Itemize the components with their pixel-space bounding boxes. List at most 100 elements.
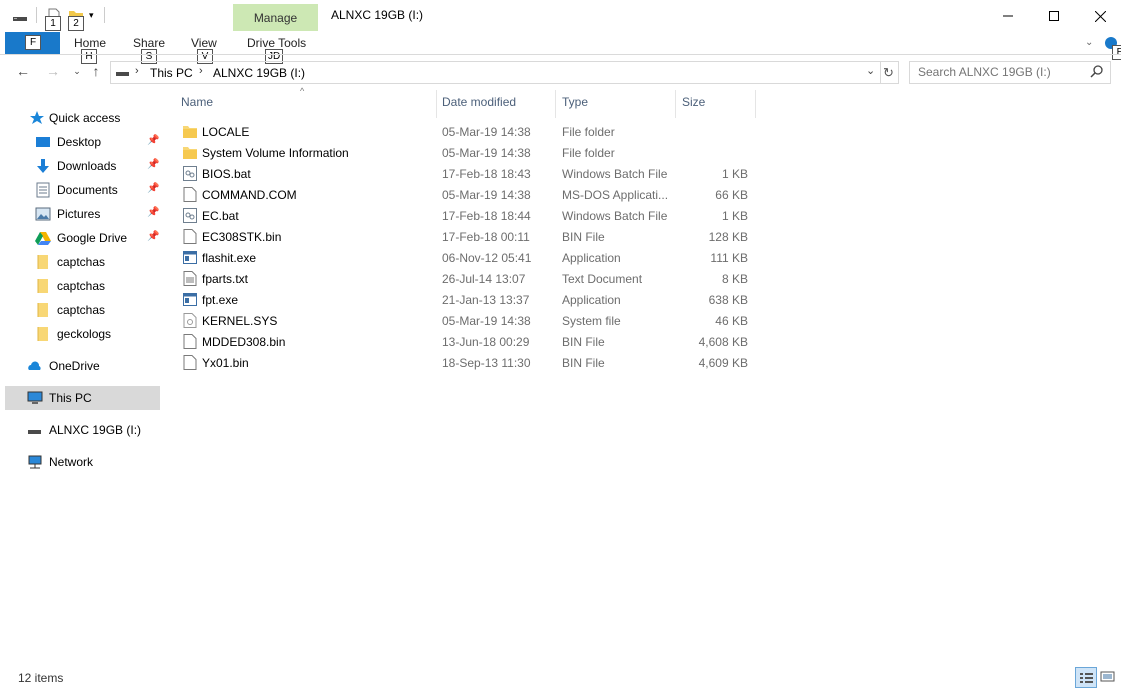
customize-qat-icon[interactable]: ▾ xyxy=(89,10,94,21)
column-header-type[interactable]: Type xyxy=(562,95,588,117)
file-type: MS-DOS Applicati... xyxy=(562,188,669,202)
desktop-icon xyxy=(35,134,51,150)
sort-ascending-icon: ^ xyxy=(300,86,305,96)
sidebar-item-geckologs[interactable]: geckologs xyxy=(5,323,160,345)
up-button[interactable]: ↑ xyxy=(87,62,105,80)
file-row[interactable]: KERNEL.SYS 05-Mar-19 14:38 System file 46 K… xyxy=(177,310,757,331)
file-row[interactable]: Yx01.bin 18-Sep-13 11:30 BIN File 4,609 KB xyxy=(177,352,757,373)
minimize-button[interactable] xyxy=(985,0,1031,32)
file-size: 46 KB xyxy=(715,314,748,328)
column-divider[interactable] xyxy=(675,90,676,118)
file-date-modified: 06-Nov-12 05:41 xyxy=(442,251,532,265)
folder-icon xyxy=(35,278,51,294)
qat-separator xyxy=(36,7,37,23)
text-file-icon xyxy=(183,271,197,286)
file-row[interactable]: EC.bat 17-Feb-18 18:44 Windows Batch File 1… xyxy=(177,205,757,226)
sidebar-item-desktop[interactable]: Desktop 📌 xyxy=(5,131,160,153)
breadcrumb-separator-icon: › xyxy=(135,65,139,77)
item-count: 12 items xyxy=(18,671,64,685)
file-size: 638 KB xyxy=(708,293,748,307)
search-box[interactable] xyxy=(909,61,1111,84)
breadcrumb-drive[interactable]: ALNXC 19GB (I:) xyxy=(213,66,305,80)
pin-icon[interactable]: 📌 xyxy=(147,135,159,147)
file-date-modified: 05-Mar-19 14:38 xyxy=(442,188,531,202)
file-row[interactable]: fpt.exe 21-Jan-13 13:37 Application 638 KB xyxy=(177,289,757,310)
column-header-date[interactable]: Date modified xyxy=(442,95,516,117)
pin-icon[interactable]: 📌 xyxy=(147,183,159,195)
sidebar-item-google-drive[interactable]: Google Drive 📌 xyxy=(5,227,160,249)
file-row[interactable]: LOCALE 05-Mar-19 14:38 File folder xyxy=(177,121,757,142)
google-drive-icon xyxy=(35,230,51,246)
file-row[interactable]: flashit.exe 06-Nov-12 05:41 Application 111… xyxy=(177,247,757,268)
file-size: 4,609 KB xyxy=(698,356,748,370)
sidebar-label: Pictures xyxy=(57,207,101,221)
file-row[interactable]: MDDED308.bin 13-Jun-18 00:29 BIN File 4,608… xyxy=(177,331,757,352)
back-button[interactable]: ← xyxy=(14,62,32,80)
details-view-button[interactable] xyxy=(1075,667,1097,688)
file-date-modified: 17-Feb-18 18:44 xyxy=(442,209,531,223)
sidebar-item-documents[interactable]: Documents 📌 xyxy=(5,179,160,201)
large-icons-view-button[interactable] xyxy=(1100,669,1116,685)
sidebar-label-onedrive: OneDrive xyxy=(49,359,100,373)
column-divider[interactable] xyxy=(755,90,756,118)
sidebar-item-pictures[interactable]: Pictures 📌 xyxy=(5,203,160,225)
pin-icon[interactable]: 📌 xyxy=(147,207,159,219)
system-file-icon xyxy=(183,313,197,328)
file-name: fpt.exe xyxy=(202,293,239,307)
file-row[interactable]: System Volume Information 05-Mar-19 14:38… xyxy=(177,142,757,163)
downloads-icon xyxy=(35,158,51,174)
sidebar-label: Documents xyxy=(57,183,118,197)
file-tab[interactable]: F xyxy=(5,32,60,54)
maximize-button[interactable] xyxy=(1031,0,1077,32)
sidebar-item-network[interactable]: Network xyxy=(5,451,160,473)
sidebar-item-captchas[interactable]: captchas xyxy=(5,251,160,273)
file-size: 4,608 KB xyxy=(698,335,748,349)
close-icon xyxy=(1094,10,1106,22)
column-divider[interactable] xyxy=(555,90,556,118)
address-dropdown-icon[interactable]: ⌄ xyxy=(866,64,875,77)
file-row[interactable]: EC308STK.bin 17-Feb-18 00:11 BIN File 128 K… xyxy=(177,226,757,247)
file-name: LOCALE xyxy=(202,125,250,139)
tab-share[interactable]: Share xyxy=(133,36,165,50)
pin-icon[interactable]: 📌 xyxy=(147,231,159,243)
file-type: Windows Batch File xyxy=(562,209,668,223)
batch-file-icon xyxy=(183,208,197,223)
file-date-modified: 18-Sep-13 11:30 xyxy=(442,356,531,370)
refresh-button[interactable]: ↻ xyxy=(879,61,899,84)
file-row[interactable]: BIOS.bat 17-Feb-18 18:43 Windows Batch Fil… xyxy=(177,163,757,184)
file-date-modified: 13-Jun-18 00:29 xyxy=(442,335,530,349)
sidebar-item-onedrive[interactable]: OneDrive xyxy=(5,355,160,377)
sidebar-item-captchas[interactable]: captchas xyxy=(5,275,160,297)
blank-file-icon xyxy=(183,187,197,202)
recent-locations-button[interactable]: ⌄ xyxy=(68,62,86,80)
sidebar-item-downloads[interactable]: Downloads 📌 xyxy=(5,155,160,177)
file-row[interactable]: fparts.txt 26-Jul-14 13:07 Text Document 8 … xyxy=(177,268,757,289)
tab-home[interactable]: Home xyxy=(74,36,106,50)
file-row[interactable]: COMMAND.COM 05-Mar-19 14:38 MS-DOS Applica… xyxy=(177,184,757,205)
sidebar-item-quick-access[interactable]: Quick access xyxy=(5,107,160,129)
onedrive-icon xyxy=(27,358,43,374)
search-icon[interactable] xyxy=(1090,64,1104,81)
expand-ribbon-icon[interactable]: ⌄ xyxy=(1085,37,1093,48)
sidebar-item-this-pc[interactable]: This PC xyxy=(5,386,160,410)
column-header-size[interactable]: Size xyxy=(682,95,705,117)
address-bar[interactable]: › This PC › ALNXC 19GB (I:) ⌄ xyxy=(110,61,881,84)
forward-button[interactable]: → xyxy=(44,62,62,80)
sidebar-item-captchas[interactable]: captchas xyxy=(5,299,160,321)
minimize-icon xyxy=(1003,15,1013,17)
search-input[interactable] xyxy=(916,64,1090,80)
column-header-name[interactable]: Name xyxy=(181,95,213,117)
pin-icon[interactable]: 📌 xyxy=(147,159,159,171)
folder-icon xyxy=(183,124,197,139)
file-date-modified: 05-Mar-19 14:38 xyxy=(442,125,531,139)
breadcrumb-this-pc[interactable]: This PC xyxy=(150,66,193,80)
close-button[interactable] xyxy=(1077,0,1121,32)
keytip-1: 1 xyxy=(45,16,61,31)
manage-contextual-tab[interactable]: Manage xyxy=(233,4,318,31)
tab-drive-tools[interactable]: Drive Tools xyxy=(247,36,306,50)
file-type: Application xyxy=(562,251,621,265)
column-divider[interactable] xyxy=(436,90,437,118)
pictures-icon xyxy=(35,206,51,222)
tab-view[interactable]: View xyxy=(191,36,217,50)
sidebar-item-drive[interactable]: ALNXC 19GB (I:) xyxy=(5,419,160,441)
